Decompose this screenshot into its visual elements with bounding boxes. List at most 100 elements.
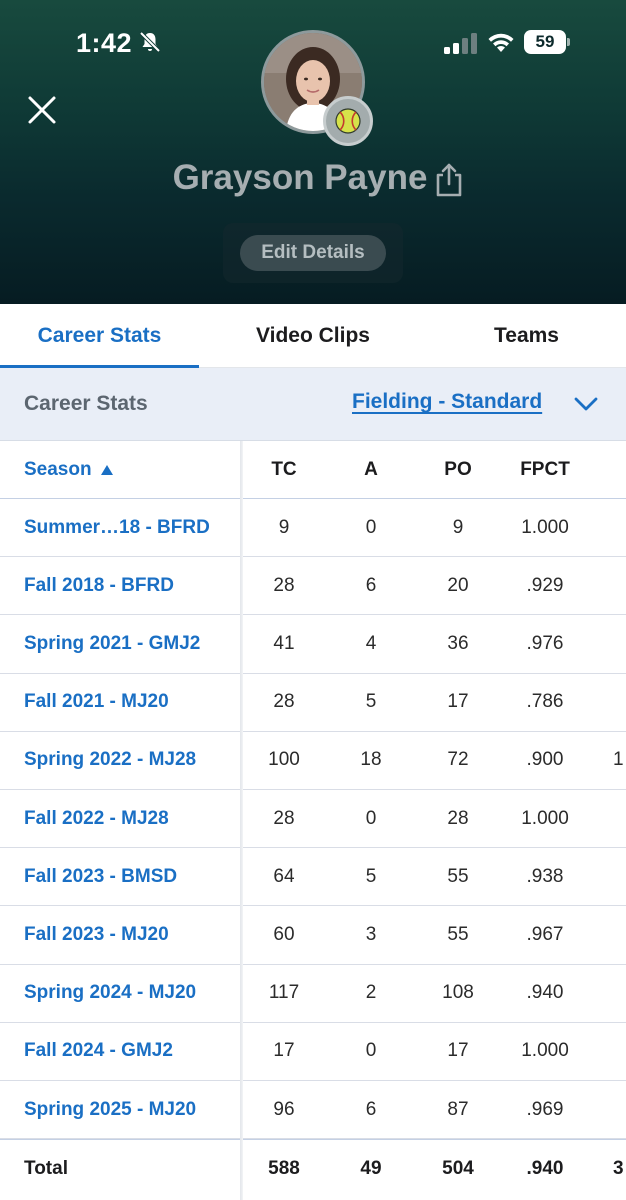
chevron-down-icon[interactable]	[572, 392, 600, 416]
tc-cell: 96	[273, 1098, 295, 1120]
fpct-cell: .967	[526, 923, 564, 945]
season-cell[interactable]: Fall 2022 - MJ28	[24, 790, 240, 847]
season-cell[interactable]: Spring 2022 - MJ28	[24, 732, 240, 789]
tab-teams[interactable]: Teams	[427, 304, 626, 368]
po-cell: 20	[447, 574, 469, 596]
a-cell: 2	[365, 982, 377, 1004]
po-cell: 72	[447, 749, 469, 771]
fpct-cell: .900	[526, 749, 564, 771]
tc-cell: 588	[268, 1157, 300, 1179]
stats-filter-bar: Career Stats Fielding - Standard	[0, 368, 626, 441]
po-cell: 17	[447, 691, 469, 713]
season-cell[interactable]: Fall 2023 - BMSD	[24, 848, 240, 905]
season-cell[interactable]: Spring 2021 - GMJ2	[24, 615, 240, 672]
column-header-a[interactable]: A	[331, 441, 411, 498]
a-cell: 4	[365, 632, 377, 654]
column-header-po[interactable]: PO	[418, 441, 498, 498]
table-row[interactable]: Fall 2024 - GMJ2 17 0 17 1.000	[0, 1023, 626, 1081]
po-cell: 55	[447, 923, 469, 945]
tc-cell: 41	[273, 632, 295, 654]
tab-career-stats[interactable]: Career Stats	[0, 304, 199, 368]
season-cell: Total	[24, 1157, 68, 1179]
filter-label: Career Stats	[24, 392, 148, 415]
softball-icon	[335, 108, 361, 134]
column-header-tc[interactable]: TC	[244, 441, 324, 498]
a-cell: 0	[365, 1040, 377, 1062]
tc-cell: 100	[268, 749, 300, 771]
fpct-cell: .940	[526, 982, 564, 1004]
tc-cell: 64	[273, 865, 295, 887]
season-cell[interactable]: Fall 2018 - BFRD	[24, 557, 240, 614]
a-cell: 5	[365, 865, 377, 887]
player-name: Grayson Payne	[172, 158, 428, 197]
table-row[interactable]: Spring 2022 - MJ28 100 18 72 .900 1	[0, 732, 626, 790]
table-row[interactable]: Spring 2024 - MJ20 117 2 108 .940	[0, 965, 626, 1023]
a-cell: 6	[365, 574, 377, 596]
a-cell: 0	[365, 807, 377, 829]
fpct-cell: .976	[526, 632, 564, 654]
battery-indicator: 59	[524, 30, 570, 54]
tc-cell: 17	[273, 1040, 295, 1062]
bell-slash-icon	[139, 31, 161, 53]
next-column-cell: 3	[613, 1157, 624, 1179]
po-cell: 17	[447, 1040, 469, 1062]
season-cell[interactable]: Fall 2021 - MJ20	[24, 674, 240, 731]
fpct-cell: .929	[526, 574, 564, 596]
edit-details-button[interactable]: Edit Details	[240, 235, 386, 271]
po-cell: 55	[447, 865, 469, 887]
season-cell[interactable]: Spring 2024 - MJ20	[24, 965, 240, 1022]
tc-cell: 28	[273, 807, 295, 829]
table-row[interactable]: Spring 2025 - MJ20 96 6 87 .969	[0, 1081, 626, 1140]
a-cell: 6	[365, 1098, 377, 1120]
fpct-cell: .940	[526, 1157, 564, 1179]
signal-icon	[444, 33, 477, 54]
fpct-cell: 1.000	[521, 516, 569, 538]
share-icon[interactable]	[432, 162, 466, 198]
table-row[interactable]: Summer…18 - BFRD 9 0 9 1.000	[0, 499, 626, 558]
frozen-column-divider	[240, 441, 243, 1200]
status-time: 1:42	[76, 28, 133, 58]
close-button[interactable]	[24, 92, 60, 128]
table-row[interactable]: Spring 2021 - GMJ2 41 4 36 .976	[0, 615, 626, 674]
table-header-row: Season TC A PO FPCT	[0, 441, 626, 499]
table-row[interactable]: Fall 2023 - MJ20 60 3 55 .967	[0, 906, 626, 965]
sort-ascending-icon	[100, 464, 113, 475]
po-cell: 87	[447, 1098, 469, 1120]
tc-cell: 60	[273, 923, 295, 945]
fpct-cell: .938	[526, 865, 564, 887]
table-row[interactable]: Fall 2023 - BMSD 64 5 55.938	[0, 848, 626, 907]
po-cell: 9	[452, 516, 464, 538]
fpct-cell: 1.000	[521, 1040, 569, 1062]
fpct-cell: 1.000	[521, 807, 569, 829]
table-total-row: Total 588 49 504 .940 3	[0, 1139, 626, 1197]
po-cell: 108	[442, 982, 474, 1004]
column-header-fpct[interactable]: FPCT	[505, 441, 585, 498]
wifi-icon	[488, 33, 514, 52]
fpct-cell: .969	[526, 1098, 564, 1120]
tc-cell: 117	[268, 982, 300, 1004]
season-cell[interactable]: Spring 2025 - MJ20	[24, 1081, 240, 1138]
season-cell[interactable]: Fall 2024 - GMJ2	[24, 1023, 240, 1080]
stat-type-dropdown[interactable]: Fielding - Standard	[352, 390, 542, 414]
po-cell: 36	[447, 632, 469, 654]
column-header-season[interactable]: Season	[24, 441, 240, 498]
battery-level: 59	[524, 30, 566, 54]
table-row[interactable]: Fall 2021 - MJ20 28 5 17 .786	[0, 674, 626, 732]
table-row[interactable]: Fall 2018 - BFRD 28 6 20 .929	[0, 557, 626, 616]
a-cell: 49	[360, 1157, 382, 1179]
tab-bar: Career Stats Video Clips Teams	[0, 304, 626, 368]
profile-header: 1:42 59 Grayson Payne Edit Details	[0, 0, 626, 304]
softball-badge	[323, 96, 373, 146]
a-cell: 3	[365, 923, 377, 945]
season-cell[interactable]: Fall 2023 - MJ20	[24, 906, 240, 963]
battery-tip	[567, 38, 570, 46]
tab-video-clips[interactable]: Video Clips	[199, 304, 427, 368]
fpct-cell: .786	[526, 691, 564, 713]
edit-details-container: Edit Details	[223, 223, 403, 283]
tc-cell: 9	[278, 516, 290, 538]
table-row[interactable]: Fall 2022 - MJ28 28 0 28 1.000	[0, 790, 626, 849]
po-cell: 504	[442, 1157, 474, 1179]
season-cell[interactable]: Summer…18 - BFRD	[24, 499, 240, 556]
tc-cell: 28	[273, 691, 295, 713]
a-cell: 0	[365, 516, 377, 538]
